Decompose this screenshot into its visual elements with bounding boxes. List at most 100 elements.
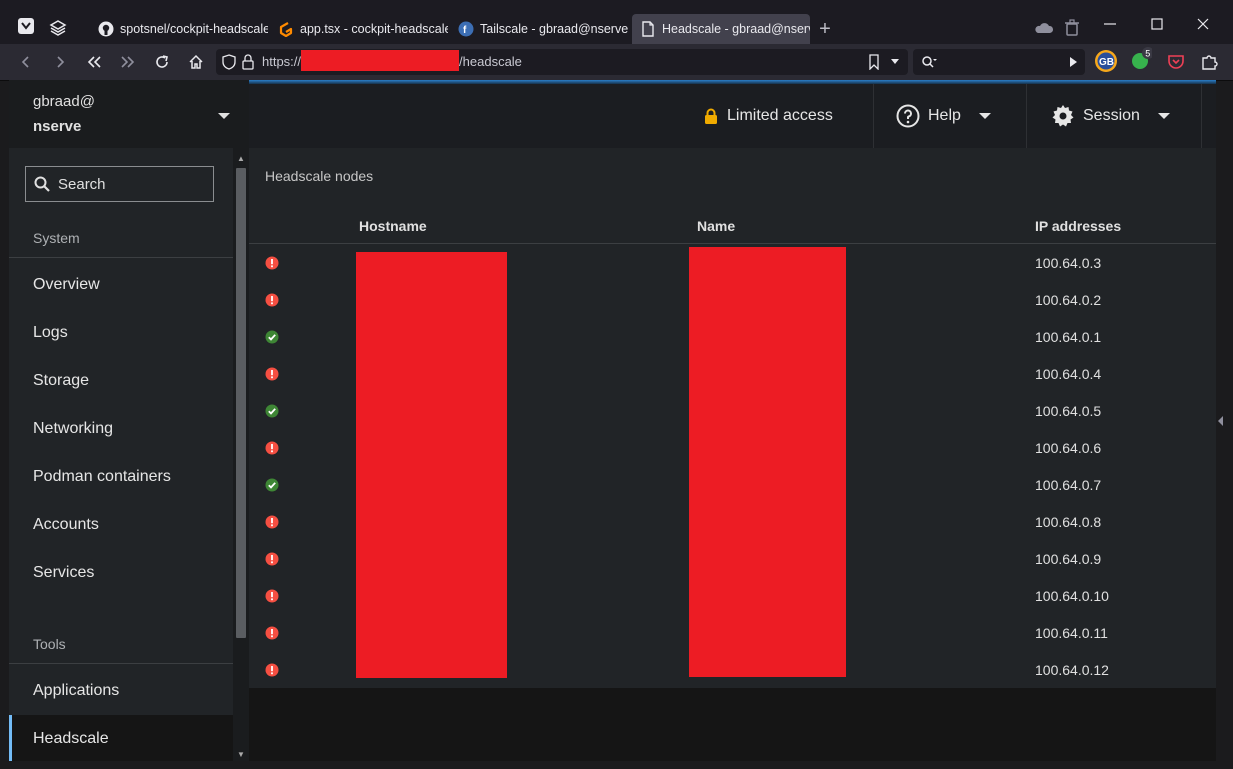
status-cell xyxy=(249,429,359,466)
new-tab-icon[interactable]: + xyxy=(813,17,837,41)
shield-icon[interactable] xyxy=(222,54,236,70)
nav-item-storage[interactable]: Storage xyxy=(9,357,233,405)
nav-search-input[interactable]: Search xyxy=(25,166,214,202)
masthead-divider xyxy=(1201,84,1202,148)
rewind-icon[interactable] xyxy=(82,50,106,74)
host-user: gbraad@ xyxy=(33,93,95,110)
status-cell xyxy=(249,577,359,614)
ip-cell: 100.64.0.10 xyxy=(1035,587,1109,604)
session-label: Session xyxy=(1083,107,1140,124)
gitpod-icon xyxy=(278,21,294,37)
exclamation-circle-icon xyxy=(265,589,359,603)
minimize-icon[interactable] xyxy=(1098,12,1122,36)
browser-search-bar[interactable] xyxy=(913,49,1085,75)
nav-item-accounts[interactable]: Accounts xyxy=(9,501,233,549)
nav-item-applications[interactable]: Applications xyxy=(9,667,233,715)
ip-cell: 100.64.0.8 xyxy=(1035,513,1102,530)
fast-forward-icon[interactable] xyxy=(116,50,140,74)
extensions-puzzle-icon[interactable] xyxy=(1197,50,1221,74)
nav-item-label: Headscale xyxy=(33,730,109,747)
masthead: Limited access Help Session xyxy=(249,80,1216,148)
tab-tailscale[interactable]: f Tailscale - gbraad@nserve xyxy=(450,14,630,44)
redacted-names xyxy=(689,247,846,677)
url-path: /headscale xyxy=(459,54,522,69)
ip-cell: 100.64.0.11 xyxy=(1035,624,1108,641)
pocket-icon[interactable] xyxy=(1164,50,1188,74)
nav-item-podman-containers[interactable]: Podman containers xyxy=(9,453,233,501)
caret-down-icon xyxy=(978,112,991,120)
github-icon xyxy=(98,21,114,37)
url-bar[interactable]: https:// /headscale xyxy=(216,49,908,75)
tab-github[interactable]: spotsnel/cockpit-headscale xyxy=(90,14,268,44)
gb-extension-icon[interactable]: GB xyxy=(1094,49,1118,73)
tab-title: app.tsx - cockpit-headscale xyxy=(300,22,448,36)
sidebar: gbraad@ nserve Search System Overview Lo… xyxy=(9,80,249,761)
nav-item-label: Storage xyxy=(33,372,90,389)
scroll-down-icon[interactable]: ▼ xyxy=(237,750,245,759)
cockpit-page: gbraad@ nserve Search System Overview Lo… xyxy=(9,80,1216,761)
help-menu-button[interactable]: Help xyxy=(896,84,991,148)
column-header-name[interactable]: Name xyxy=(697,208,1035,244)
status-column-header xyxy=(249,208,359,244)
sidebar-expand-arrow-icon[interactable] xyxy=(1218,416,1224,426)
tab-groups-icon[interactable] xyxy=(46,16,70,40)
help-label: Help xyxy=(928,107,961,124)
gear-icon xyxy=(1051,104,1075,128)
check-circle-icon xyxy=(265,330,359,344)
sidebar-scrollbar[interactable]: ▲ ▼ xyxy=(233,148,249,761)
bookmark-icon[interactable] xyxy=(868,54,880,70)
redacted-hostnames xyxy=(356,252,507,678)
back-icon[interactable] xyxy=(14,50,38,74)
lock-icon[interactable] xyxy=(242,54,254,70)
url-text[interactable]: https:// /headscale xyxy=(262,50,522,72)
home-icon[interactable] xyxy=(184,50,208,74)
url-dropdown-icon[interactable] xyxy=(890,58,900,66)
exclamation-circle-icon xyxy=(265,293,359,307)
search-icon xyxy=(34,176,50,192)
column-header-hostname[interactable]: Hostname xyxy=(359,208,697,244)
nav-item-networking[interactable]: Networking xyxy=(9,405,233,453)
check-circle-icon xyxy=(265,404,359,418)
nav-item-headscale[interactable]: Headscale xyxy=(9,715,233,761)
tab-gitpod[interactable]: app.tsx - cockpit-headscale xyxy=(270,14,448,44)
search-placeholder: Search xyxy=(58,176,106,193)
search-engine-icon[interactable] xyxy=(921,55,937,69)
nav-item-services[interactable]: Services xyxy=(9,549,233,597)
reload-icon[interactable] xyxy=(150,50,174,74)
close-window-icon[interactable] xyxy=(1191,12,1215,36)
status-cell xyxy=(249,281,359,318)
go-arrow-icon[interactable] xyxy=(1069,56,1079,68)
nav-item-logs[interactable]: Logs xyxy=(9,309,233,357)
forward-icon[interactable] xyxy=(48,50,72,74)
scrollbar-thumb[interactable] xyxy=(236,168,246,638)
firefox-view-icon[interactable] xyxy=(14,14,38,38)
nav-item-label: Accounts xyxy=(33,516,99,533)
tab-headscale[interactable]: Headscale - gbraad@nserve xyxy=(632,14,810,44)
extension-green-icon[interactable]: 5 xyxy=(1128,47,1152,72)
masthead-divider xyxy=(873,84,874,148)
host-switcher[interactable]: gbraad@ nserve xyxy=(9,80,249,148)
status-cell xyxy=(249,244,359,282)
limited-access-button[interactable]: Limited access xyxy=(704,84,833,148)
browser-tab-bar: spotsnel/cockpit-headscale app.tsx - coc… xyxy=(0,0,1233,44)
session-menu-button[interactable]: Session xyxy=(1051,84,1170,148)
ip-cell: 100.64.0.12 xyxy=(1035,661,1109,678)
nav-item-label: Logs xyxy=(33,324,68,341)
exclamation-circle-icon xyxy=(265,552,359,566)
column-header-ip-addresses[interactable]: IP addresses xyxy=(1035,208,1216,244)
nav-item-overview[interactable]: Overview xyxy=(9,261,233,309)
status-cell xyxy=(249,503,359,540)
trash-icon[interactable] xyxy=(1060,16,1084,40)
url-prefix: https:// xyxy=(262,54,302,69)
ip-cell: 100.64.0.4 xyxy=(1035,365,1102,382)
ip-cell: 100.64.0.5 xyxy=(1035,402,1102,419)
nav-item-label: Podman containers xyxy=(33,468,171,485)
maximize-icon[interactable] xyxy=(1145,12,1169,36)
page-icon xyxy=(640,21,656,37)
scroll-up-icon[interactable]: ▲ xyxy=(237,154,245,163)
nav-section-system: System xyxy=(33,230,80,246)
card-title: Headscale nodes xyxy=(265,168,374,184)
help-icon xyxy=(896,104,920,128)
cloud-icon[interactable] xyxy=(1032,16,1056,40)
nav-item-label: Overview xyxy=(33,276,100,293)
